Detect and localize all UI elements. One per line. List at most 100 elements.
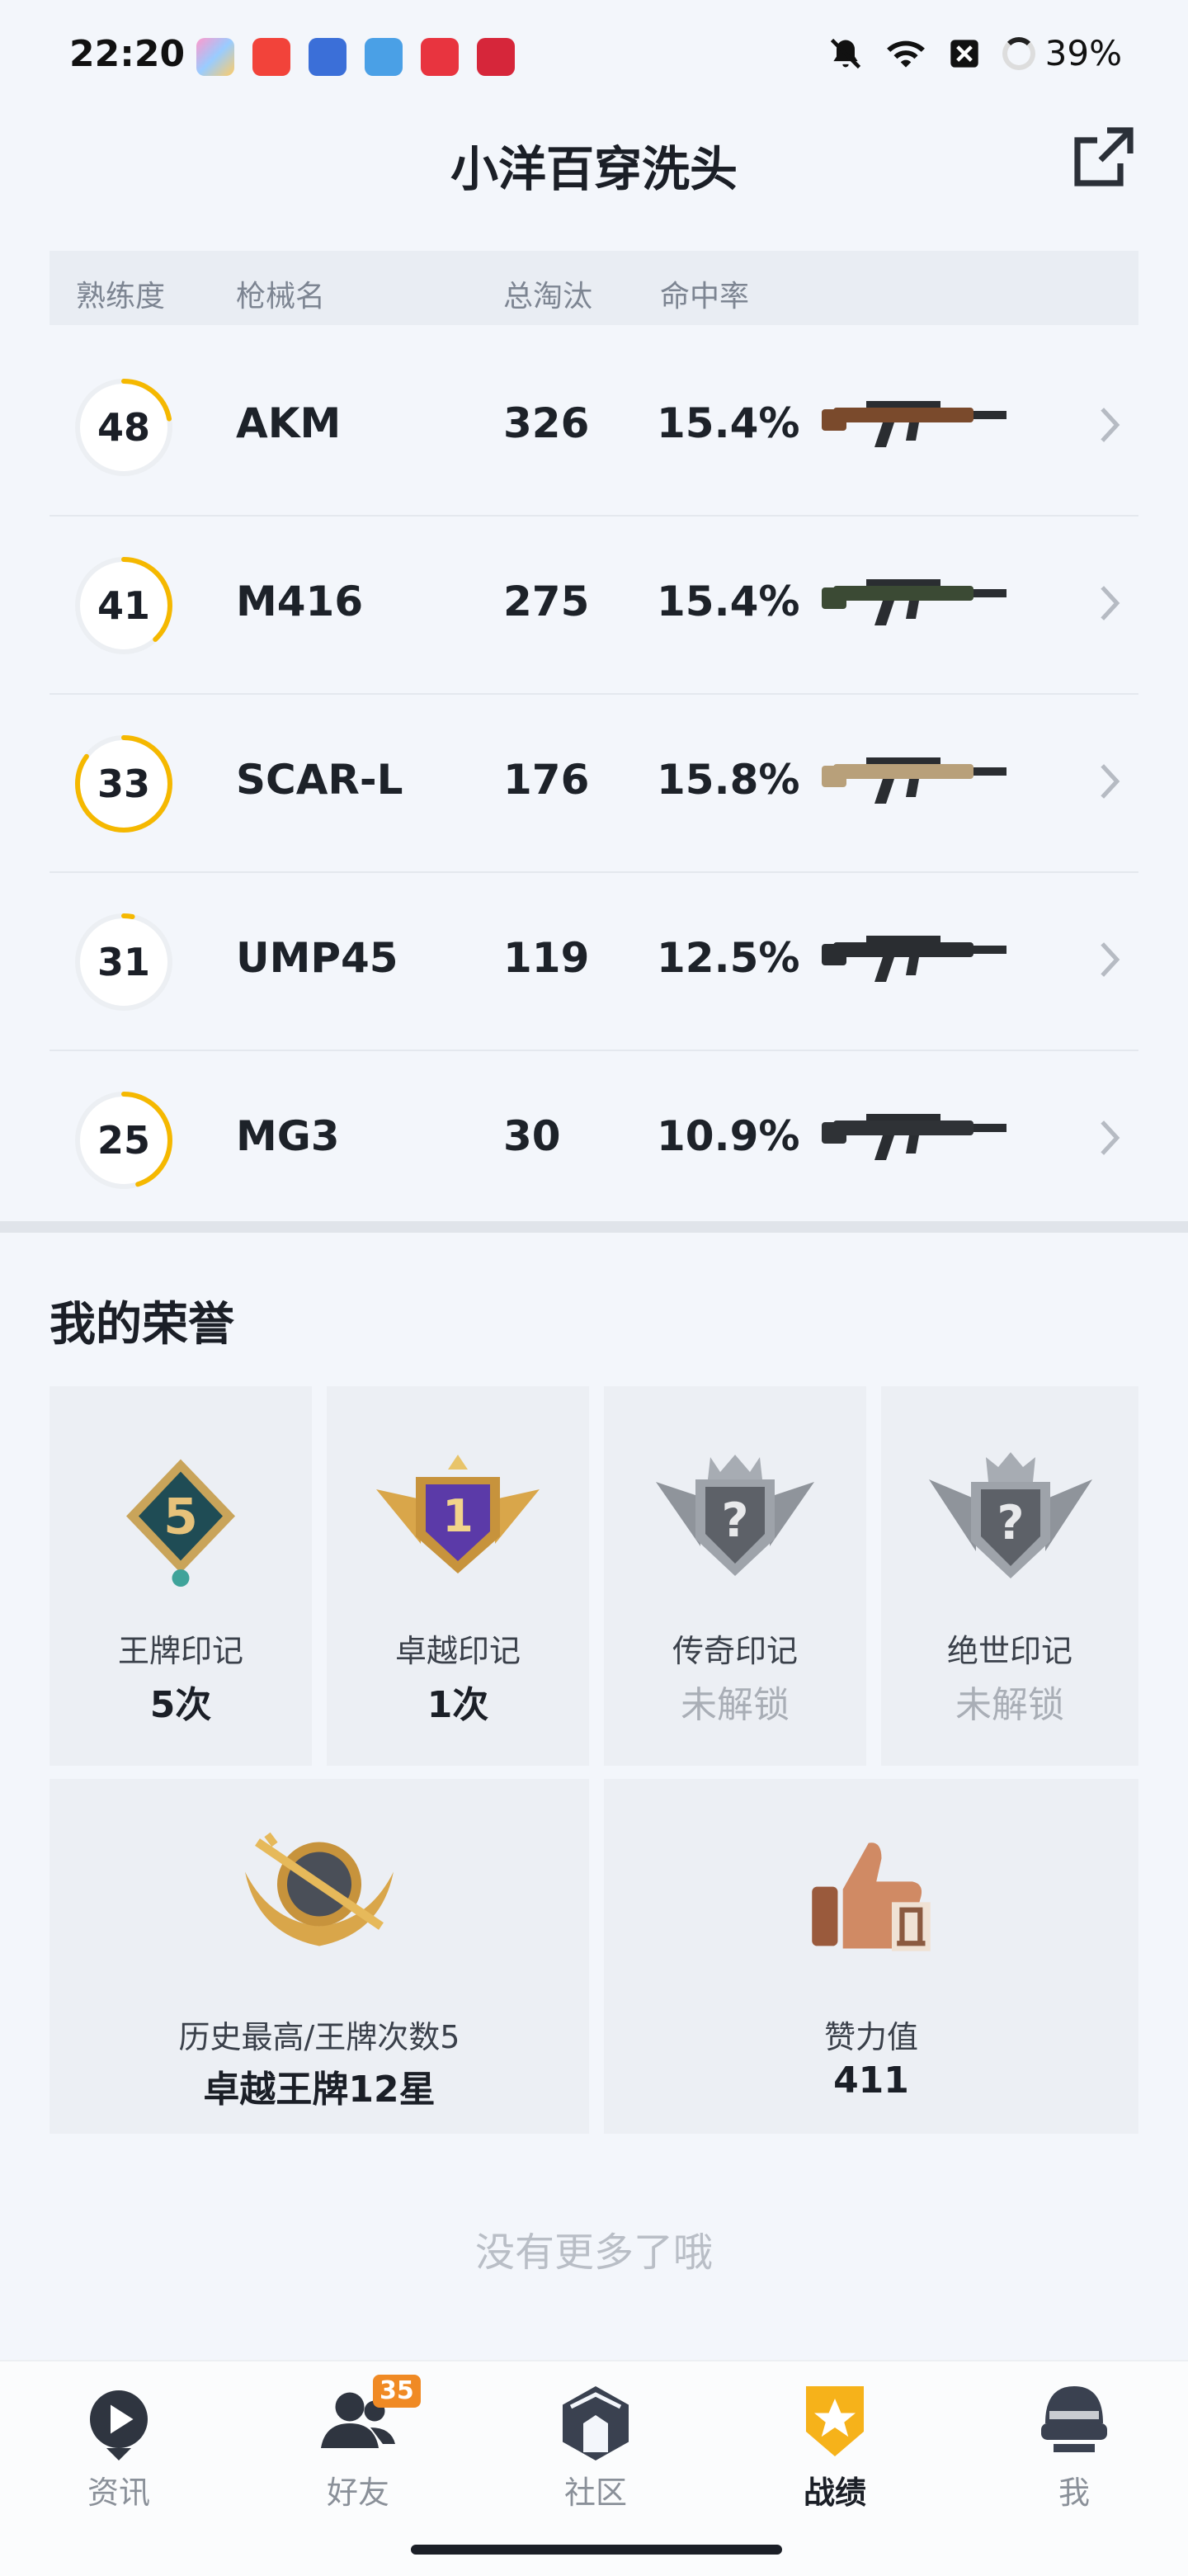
nav-label: 我	[1058, 2475, 1090, 2511]
store-app-icon	[477, 38, 515, 76]
weapon-accuracy: 12.5%	[657, 934, 800, 982]
mastery-value: 48	[97, 405, 150, 450]
weapon-accuracy: 10.9%	[657, 1112, 800, 1160]
weapon-row[interactable]: 33 SCAR-L 176 15.8%	[50, 695, 1138, 873]
system-status: 39%	[827, 33, 1122, 73]
weapon-kills: 119	[503, 934, 590, 982]
mastery-value: 41	[97, 583, 150, 628]
mute-icon	[830, 38, 860, 68]
share-icon[interactable]	[1071, 124, 1137, 190]
sim-off-icon	[950, 39, 978, 68]
page-title: 小洋百穿洗头	[450, 141, 738, 197]
rank-emblem-icon	[245, 1832, 394, 1946]
profile-icon	[1041, 2386, 1107, 2452]
weapon-kills: 275	[503, 578, 590, 625]
peerless-mark-card[interactable]: ? 绝世印记 未解锁	[881, 1386, 1138, 1766]
excellence-mark-icon: 1	[376, 1455, 540, 1573]
svg-text:5: 5	[163, 1489, 198, 1546]
weapon-kills: 176	[503, 756, 590, 804]
weapon-accuracy: 15.8%	[657, 756, 800, 804]
status-bar: 22:20 39%	[0, 0, 1188, 116]
ace-mark-card[interactable]: 5 王牌印记 5次	[50, 1386, 312, 1766]
excellence-mark-card[interactable]: 1 卓越印记 1次	[327, 1386, 589, 1766]
weapon-image	[822, 757, 1006, 804]
mastery-value: 33	[97, 762, 150, 806]
mark-label: 卓越印记	[394, 1633, 521, 1669]
app-notification-icon	[196, 38, 234, 76]
nav-community[interactable]: 社区	[513, 2378, 678, 2512]
weapon-image	[822, 579, 1006, 625]
svg-text:?: ?	[997, 1496, 1024, 1550]
nav-friends[interactable]: 35 好友	[276, 2375, 441, 2512]
status-time: 22:20	[69, 33, 186, 75]
likes-card[interactable]: 赞力值 411	[604, 1779, 1138, 2134]
mark-value: 1次	[427, 1684, 489, 1726]
battery-percent: 39%	[1044, 33, 1122, 73]
chevron-right-icon[interactable]	[1097, 761, 1122, 802]
section-divider	[0, 1221, 1188, 1233]
chevron-right-icon[interactable]	[1097, 1117, 1122, 1158]
weapon-name: M416	[236, 578, 364, 625]
game-app-icon	[365, 38, 403, 76]
chevron-right-icon[interactable]	[1097, 939, 1122, 980]
likes-label: 赞力值	[823, 2019, 918, 2055]
header-mastery: 熟练度	[76, 280, 166, 314]
nav-news[interactable]: 资讯	[36, 2378, 201, 2512]
svg-text:?: ?	[721, 1493, 748, 1548]
peerless-mark-icon: ?	[929, 1452, 1092, 1578]
chevron-right-icon[interactable]	[1097, 404, 1122, 446]
weapon-name: SCAR-L	[236, 756, 403, 804]
ace-mark-icon: 5	[126, 1459, 235, 1587]
weapon-accuracy: 15.4%	[657, 578, 800, 625]
weapon-row[interactable]: 48 AKM 326 15.4%	[50, 338, 1138, 517]
battery-icon	[1002, 36, 1035, 70]
highest-rank-value: 卓越王牌12星	[203, 2069, 436, 2111]
weapon-row[interactable]: 41 M416 275 15.4%	[50, 517, 1138, 695]
nav-label: 好友	[326, 2475, 389, 2511]
news-icon	[90, 2390, 148, 2460]
weapon-image	[822, 1114, 1006, 1160]
weapon-name: MG3	[236, 1112, 340, 1160]
game-app-icon	[309, 38, 346, 76]
weapon-list: 48 AKM 326 15.4% 41 M416 275 15.4% 33 SC…	[50, 338, 1138, 1229]
notification-icons	[196, 38, 515, 76]
mark-label: 绝世印记	[946, 1633, 1072, 1669]
weapon-row[interactable]: 25 MG3 30 10.9%	[50, 1051, 1138, 1229]
record-icon	[806, 2386, 864, 2456]
video-app-icon	[252, 38, 290, 76]
community-icon	[563, 2386, 629, 2460]
mastery-value: 25	[97, 1118, 150, 1163]
weapon-name: AKM	[236, 399, 342, 447]
nav-label: 战绩	[803, 2475, 866, 2511]
wifi-icon	[886, 40, 925, 68]
chevron-right-icon[interactable]	[1097, 583, 1122, 624]
home-indicator[interactable]	[411, 2545, 782, 2555]
mark-value: 未解锁	[681, 1684, 790, 1726]
mark-value: 未解锁	[955, 1684, 1064, 1726]
mark-label: 传奇印记	[672, 1633, 798, 1669]
weapon-kills: 30	[503, 1112, 561, 1160]
mark-value: 5次	[149, 1684, 212, 1726]
bottom-nav: 资讯 35 好友 社区 战绩 我	[0, 2360, 1188, 2576]
highest-rank-card[interactable]: 历史最高/王牌次数5 卓越王牌12星	[50, 1779, 589, 2134]
likes-value: 411	[833, 2059, 909, 2102]
end-of-list-text: 没有更多了哦	[474, 2229, 713, 2276]
weapon-image	[822, 936, 1006, 982]
mastery-value: 31	[97, 940, 150, 984]
legend-mark-card[interactable]: ? 传奇印记 未解锁	[604, 1386, 866, 1766]
weapon-row[interactable]: 31 UMP45 119 12.5%	[50, 873, 1138, 1051]
weapon-table-header: 熟练度 枪械名 总淘汰 命中率	[50, 251, 1138, 325]
header-weapon: 枪械名	[236, 280, 326, 314]
mark-label: 王牌印记	[117, 1633, 243, 1669]
header-accuracy: 命中率	[660, 280, 750, 314]
nav-label: 资讯	[87, 2475, 150, 2511]
weapon-kills: 326	[503, 399, 590, 447]
honors-title: 我的荣誉	[50, 1298, 234, 1352]
nav-record[interactable]: 战绩	[752, 2378, 917, 2512]
svg-text:1: 1	[442, 1490, 474, 1542]
weapon-accuracy: 15.4%	[657, 399, 800, 447]
nav-profile[interactable]: 我	[992, 2378, 1157, 2512]
music-app-icon	[421, 38, 459, 76]
weapon-image	[822, 401, 1006, 447]
thumbs-up-icon	[812, 1842, 931, 1951]
